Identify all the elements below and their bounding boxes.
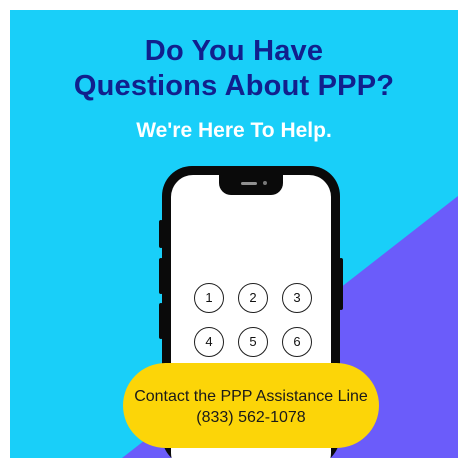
keypad-key-4[interactable]: 4 (194, 327, 224, 357)
keypad-key-5[interactable]: 5 (238, 327, 268, 357)
cta-phone-number: (833) 562-1078 (196, 409, 306, 426)
headline-line-1: Do You Have (144, 35, 324, 67)
camera-icon (263, 181, 267, 185)
subheadline: We're Here To Help. (136, 119, 332, 142)
headline: Do You Have Questions About PPP? (10, 34, 458, 104)
speaker-icon (241, 182, 257, 185)
phone-notch (219, 175, 283, 195)
cta-label: Contact the PPP Assistance Line (134, 388, 368, 405)
keypad-key-2[interactable]: 2 (238, 283, 268, 313)
keypad-key-3[interactable]: 3 (282, 283, 312, 313)
ad-banner: Do You Have Questions About PPP? We're H… (10, 10, 458, 458)
keypad-key-6[interactable]: 6 (282, 327, 312, 357)
keypad-key-1[interactable]: 1 (194, 283, 224, 313)
contact-assistance-button[interactable]: Contact the PPP Assistance Line (833) 56… (123, 363, 379, 448)
headline-line-2: Questions About PPP? (73, 70, 395, 102)
